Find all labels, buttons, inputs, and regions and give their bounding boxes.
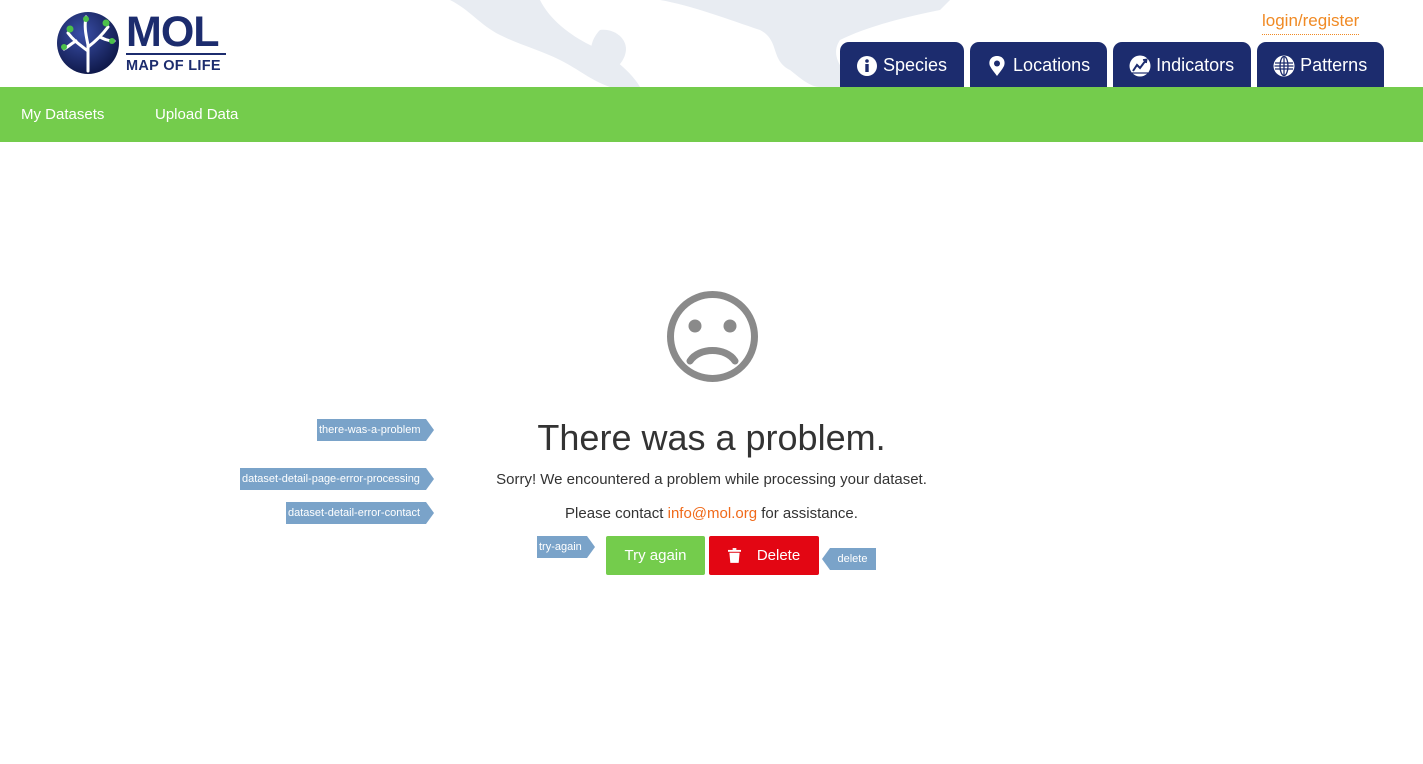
error-processing-message: Sorry! We encountered a problem while pr… — [496, 471, 927, 488]
tab-species[interactable]: Species — [840, 42, 965, 87]
try-again-button[interactable]: Try again — [606, 536, 705, 575]
subnav-my-datasets[interactable]: My Datasets — [21, 106, 104, 123]
delete-button[interactable]: Delete — [709, 536, 819, 575]
info-icon — [856, 55, 878, 77]
logo-title: MOL — [126, 7, 220, 56]
trend-chart-icon — [1129, 55, 1151, 77]
contact-email-link[interactable]: info@mol.org — [668, 505, 757, 522]
try-again-label: Try again — [624, 547, 687, 564]
tab-patterns[interactable]: Patterns — [1257, 42, 1385, 87]
map-pin-icon — [986, 55, 1008, 77]
datasets-subnav: My Datasets Upload Data — [0, 87, 1423, 142]
tag-dataset-detail-page-error-processing: dataset-detail-page-error-processing — [240, 468, 434, 490]
logo-subtitle: MAP OF LIFE — [126, 57, 221, 74]
tab-patterns-label: Patterns — [1300, 55, 1368, 75]
login-register-link[interactable]: login/register — [1262, 11, 1360, 35]
subnav-upload-data[interactable]: Upload Data — [155, 106, 238, 123]
logo-divider — [126, 52, 226, 55]
contact-suffix: for assistance. — [761, 505, 858, 522]
error-contact-message: Please contact info@mol.org for assistan… — [0, 505, 1423, 522]
contact-prefix: Please contact — [565, 505, 664, 522]
trash-icon — [727, 548, 741, 563]
globe-grid-icon — [1273, 55, 1295, 77]
logo-globe-icon — [57, 12, 119, 74]
tab-species-label: Species — [883, 55, 948, 75]
tag-delete: delete — [822, 548, 876, 570]
delete-label: Delete — [756, 547, 801, 564]
tag-try-again: try-again — [537, 536, 595, 558]
tab-indicators[interactable]: Indicators — [1113, 42, 1252, 87]
site-header: MOL MAP OF LIFE login/register Species L… — [0, 0, 1423, 87]
tag-there-was-a-problem: there-was-a-problem — [317, 419, 434, 441]
sad-face-icon — [667, 291, 758, 382]
tab-locations-label: Locations — [1013, 55, 1091, 75]
main-nav-tabs: Species Locations Indicators Patterns — [840, 42, 1390, 87]
tag-dataset-detail-error-contact: dataset-detail-error-contact — [286, 502, 434, 524]
tab-locations[interactable]: Locations — [970, 42, 1108, 87]
tab-indicators-label: Indicators — [1156, 55, 1235, 75]
error-title: There was a problem. — [537, 417, 886, 458]
mol-logo[interactable]: MOL MAP OF LIFE — [56, 7, 226, 75]
